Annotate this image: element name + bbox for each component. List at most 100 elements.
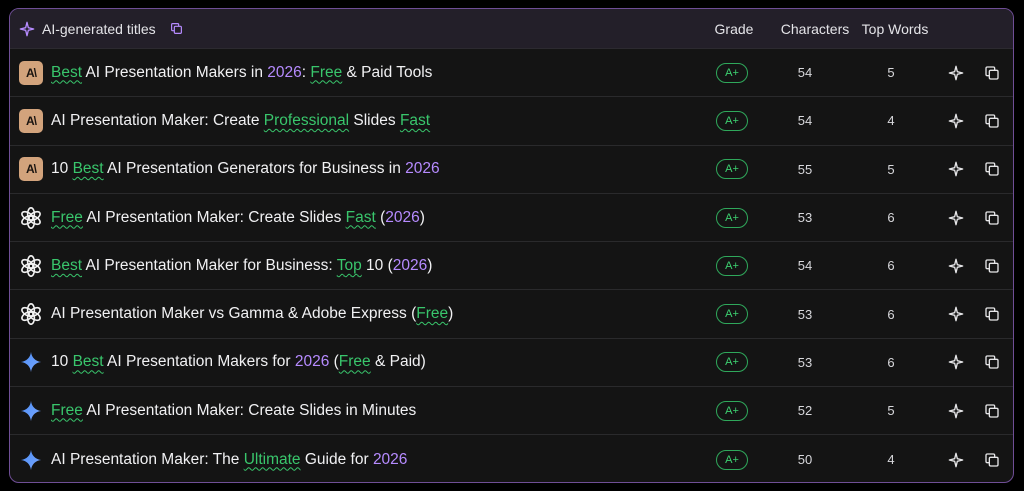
title-text[interactable]: Free AI Presentation Maker: Create Slide… [51,402,416,420]
keyword-highlight: Free [338,353,371,371]
grade-badge: A+ [716,304,748,325]
title-text[interactable]: AI Presentation Maker vs Gamma & Adobe E… [51,305,453,323]
openai-icon [19,254,43,278]
character-count: 53 [797,354,813,370]
character-count: 53 [797,306,813,322]
title-segment: 10 [51,353,73,371]
title-text[interactable]: 10 Best AI Presentation Makers for 2026 … [51,353,426,371]
regenerate-sparkle-icon[interactable] [947,451,965,469]
grade-badge: A+ [716,62,748,83]
top-words-count: 5 [887,161,895,177]
top-words-count: 6 [887,210,895,226]
title-segment: & Paid Tools [342,63,433,81]
year-highlight: 2026 [405,160,440,178]
top-words-count: 6 [887,306,895,322]
copy-icon[interactable] [983,402,1001,420]
copy-icon[interactable] [983,451,1001,469]
regenerate-sparkle-icon[interactable] [947,305,965,323]
title-segment: AI Presentation Makers in [82,63,268,81]
table-row[interactable]: A\ AI Presentation Maker: Create Professi… [10,97,1013,146]
keyword-highlight: Best [51,256,83,274]
character-count: 55 [797,161,813,177]
regenerate-sparkle-icon[interactable] [947,160,965,178]
top-words-count: 6 [887,258,895,274]
copy-icon[interactable] [983,257,1001,275]
keyword-highlight: Ultimate [243,450,301,468]
top-words-count: 4 [887,452,895,468]
title-text[interactable]: AI Presentation Maker: The Ultimate Guid… [51,451,407,469]
title-segment: AI Presentation Maker for Business: [82,256,337,274]
table-row[interactable]: Free AI Presentation Maker: Create Slide… [10,194,1013,243]
title-segment: ( [329,353,339,371]
copy-icon[interactable] [983,112,1001,130]
grade-badge: A+ [716,110,748,131]
title-segment: 10 ( [361,256,393,274]
keyword-highlight: Best [72,160,104,178]
year-highlight: 2026 [267,63,302,81]
table-row[interactable]: 10 Best AI Presentation Makers for 2026 … [10,339,1013,388]
table-row[interactable]: Free AI Presentation Maker: Create Slide… [10,387,1013,436]
copy-icon[interactable] [983,353,1001,371]
regenerate-sparkle-icon[interactable] [947,402,965,420]
table-row[interactable]: AI Presentation Maker: The Ultimate Guid… [10,435,1013,482]
keyword-highlight: Free [51,401,83,419]
character-count: 54 [797,258,813,274]
character-count: 54 [797,113,813,129]
regenerate-sparkle-icon[interactable] [947,64,965,82]
openai-icon [19,302,43,326]
sparkle-icon [18,20,36,38]
title-segment: Slides [349,111,400,129]
year-highlight: 2026 [294,353,330,371]
title-segment: AI Presentation Makers for [103,353,295,371]
title-segment: AI Presentation Maker: Create [51,111,264,129]
grade-badge: A+ [716,400,748,421]
year-highlight: 2026 [392,256,428,274]
keyword-highlight: Free [51,208,83,226]
table-row[interactable]: A\ Best AI Presentation Makers in 2026: F… [10,49,1013,98]
year-highlight: 2026 [385,208,420,226]
title-segment: ) [419,208,425,226]
top-words-count: 5 [887,403,895,419]
regenerate-sparkle-icon[interactable] [947,353,965,371]
keyword-highlight: Professional [263,111,350,129]
title-text[interactable]: Free AI Presentation Maker: Create Slide… [51,209,425,227]
regenerate-sparkle-icon[interactable] [947,112,965,130]
gemini-icon [19,448,43,472]
keyword-highlight: Best [51,63,83,81]
title-segment: ) [427,256,433,274]
grade-badge: A+ [716,352,748,373]
column-header-grade[interactable]: Grade [699,21,769,37]
copy-icon[interactable] [983,160,1001,178]
openai-icon [19,206,43,230]
regenerate-sparkle-icon[interactable] [947,257,965,275]
copy-icon[interactable] [983,209,1001,227]
table-row[interactable]: AI Presentation Maker vs Gamma & Adobe E… [10,290,1013,339]
character-count: 53 [797,210,813,226]
title-text[interactable]: AI Presentation Maker: Create Profession… [51,112,430,130]
gemini-icon [19,350,43,374]
anthropic-icon: A\ [19,157,43,182]
keyword-highlight: Free [416,305,449,323]
year-highlight: 2026 [372,450,408,468]
title-text[interactable]: Best AI Presentation Maker for Business:… [51,257,432,275]
panel-title: AI-generated titles [42,20,156,37]
anthropic-icon: A\ [19,108,43,133]
column-header-top-words[interactable]: Top Words [850,21,940,37]
keyword-highlight: Free [310,63,343,81]
title-segment: Guide for [300,450,373,468]
copy-icon[interactable] [983,64,1001,82]
title-text[interactable]: 10 Best AI Presentation Generators for B… [51,160,440,178]
character-count: 52 [797,403,813,419]
copy-icon[interactable] [983,305,1001,323]
title-segment: ) [448,305,454,323]
title-segment: & Paid) [370,353,426,371]
regenerate-sparkle-icon[interactable] [947,209,965,227]
title-text[interactable]: Best AI Presentation Makers in 2026: Fre… [51,64,432,82]
copy-all-icon[interactable] [169,21,185,37]
character-count: 54 [797,65,813,81]
anthropic-icon: A\ [19,60,43,85]
title-segment: AI Presentation Maker: Create Slides [82,208,346,226]
table-row[interactable]: A\ 10 Best AI Presentation Generators for… [10,146,1013,194]
title-segment: ( [375,208,386,226]
table-row[interactable]: Best AI Presentation Maker for Business:… [10,242,1013,291]
